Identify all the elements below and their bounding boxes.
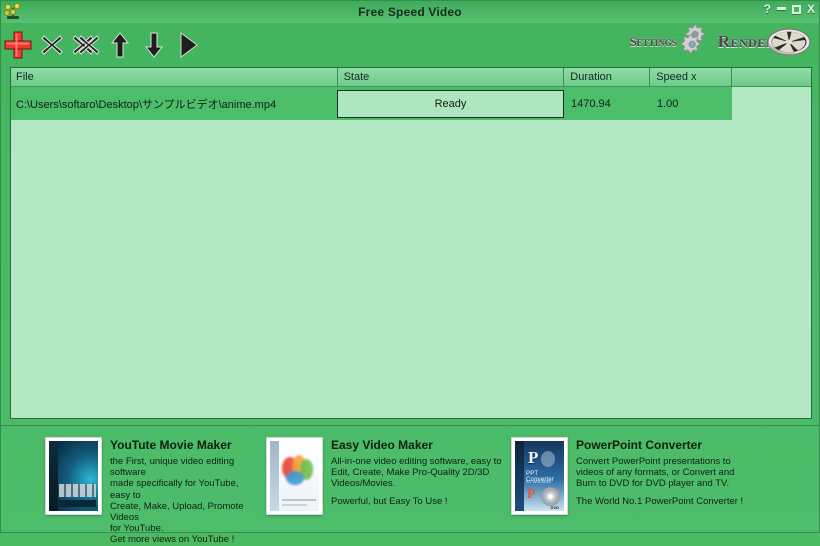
promo-banner-area: YouTute Movie Maker the First, unique vi… <box>1 425 820 545</box>
help-button[interactable]: ? <box>764 3 771 15</box>
remove-file-button[interactable] <box>35 26 69 64</box>
status-badge: Ready <box>337 89 564 118</box>
ppt-caption-sub: for Windows <box>526 479 551 484</box>
ppt-letter-2: P <box>527 487 536 502</box>
toolbar-right-group: Settings Render <box>629 24 811 59</box>
product-boxshot-image <box>45 437 102 515</box>
ad-description: Convert PowerPoint presentations to vide… <box>576 456 743 507</box>
app-icon <box>3 2 23 22</box>
ad-tagline: Get more views on YouTube ! <box>110 534 235 546</box>
cell-state: Ready <box>337 87 564 120</box>
film-reel-icon <box>767 28 811 56</box>
render-button[interactable]: Render <box>718 25 811 59</box>
product-boxshot-image <box>266 437 323 515</box>
ad-title: YouTute Movie Maker <box>110 438 232 452</box>
ad-tagline: The World No.1 PowerPoint Converter ! <box>576 495 744 507</box>
ad-line: Create, Make, Upload, Promote Videos <box>110 500 244 524</box>
ad-line: Edit, Create, Make Pro-Quality 2D/3D <box>331 467 490 479</box>
ad-line: All-in-one video editing software, easy … <box>331 456 502 467</box>
cell-speed: 1.00 <box>657 97 679 110</box>
column-header-file[interactable]: File <box>11 68 337 86</box>
ad-tagline: Powerful, but Easy To Use ! <box>331 495 448 507</box>
file-list-header: File State Duration Speed x <box>11 68 811 87</box>
ad-line: made specifically for YouTube, easy to <box>110 478 239 501</box>
remove-all-files-button[interactable] <box>69 26 103 64</box>
cell-duration: 1470.94 <box>571 97 611 110</box>
column-header-extra[interactable] <box>731 68 811 86</box>
settings-label: Settings <box>629 34 677 49</box>
ad-line: videos of any formats, or Convert and <box>576 467 735 479</box>
ad-youtube-movie-maker[interactable]: YouTute Movie Maker the First, unique vi… <box>1 426 261 545</box>
product-boxshot-image: P PPT Converter for Windows P DVD <box>511 437 568 515</box>
ad-line: Videos/Movies. <box>331 478 396 490</box>
ad-description: the First, unique video editing software… <box>110 456 261 546</box>
double-x-icon <box>73 34 99 55</box>
column-header-state[interactable]: State <box>336 68 564 86</box>
close-button[interactable]: X <box>807 3 815 15</box>
x-icon <box>41 34 63 55</box>
dvd-label: DVD <box>550 505 559 510</box>
ad-title: Easy Video Maker <box>331 438 433 452</box>
ppt-letter: P <box>528 448 539 467</box>
ad-easy-video-maker[interactable]: Easy Video Maker All-in-one video editin… <box>261 426 506 535</box>
maximize-icon[interactable] <box>791 4 801 14</box>
ad-powerpoint-converter[interactable]: P PPT Converter for Windows P DVD PowerP… <box>506 426 777 535</box>
toolbar: Settings Render <box>1 23 819 66</box>
ad-line: Convert PowerPoint presentations to <box>576 456 731 467</box>
app-window: Free Speed Video ? X Settings Render Fil… <box>0 0 820 545</box>
ad-title: PowerPoint Converter <box>576 438 703 452</box>
window-controls: ? X <box>764 3 815 15</box>
arrow-up-icon <box>111 31 129 57</box>
column-header-duration[interactable]: Duration <box>563 68 649 86</box>
column-header-speed[interactable]: Speed x <box>649 68 731 86</box>
play-button[interactable] <box>171 26 205 64</box>
cell-file-path: C:\Users\softaro\Desktop\サンプルビデオ\anime.m… <box>16 98 277 111</box>
gears-icon <box>680 24 705 54</box>
add-file-button[interactable] <box>1 26 35 64</box>
title-bar: Free Speed Video ? X <box>1 1 819 23</box>
move-up-button[interactable] <box>103 26 137 64</box>
window-title: Free Speed Video <box>358 5 462 19</box>
play-triangle-icon <box>180 31 198 58</box>
red-plus-icon <box>4 31 32 58</box>
arrow-down-icon <box>145 32 163 58</box>
file-list-panel[interactable]: File State Duration Speed x C:\Users\sof… <box>10 67 812 419</box>
settings-button[interactable]: Settings <box>629 24 707 56</box>
ad-line: the First, unique video editing software <box>110 456 235 479</box>
ad-line: Burn to DVD for DVD player and TV. <box>576 478 730 490</box>
move-down-button[interactable] <box>137 26 171 64</box>
table-row[interactable]: C:\Users\softaro\Desktop\サンプルビデオ\anime.m… <box>11 87 732 120</box>
minimize-icon[interactable] <box>776 6 786 10</box>
ad-description: All-in-one video editing software, easy … <box>331 456 502 507</box>
